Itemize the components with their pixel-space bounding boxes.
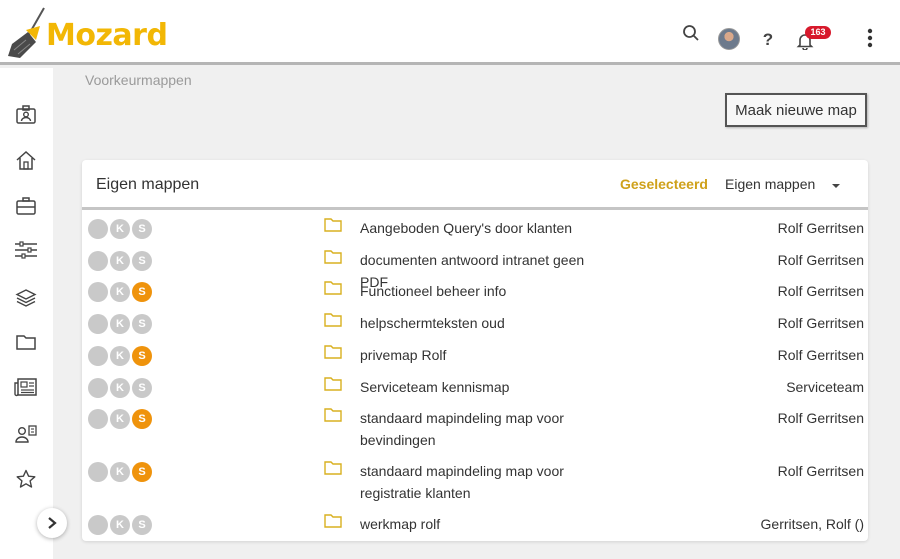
k-toggle[interactable]: K xyxy=(110,314,130,334)
folder-filter-select[interactable]: Eigen mappen xyxy=(725,176,815,192)
folder-owner: Rolf Gerritsen xyxy=(777,410,864,426)
folder-owner: Rolf Gerritsen xyxy=(777,252,864,268)
panel-header: Eigen mappen Geselecteerd Eigen mappen xyxy=(82,160,868,210)
selected-label: Geselecteerd xyxy=(620,176,708,192)
folder-icon xyxy=(324,281,342,295)
briefcase-icon[interactable] xyxy=(13,193,39,219)
folder-icon xyxy=(324,408,342,422)
folder-name[interactable]: standaard mapindeling map voor registrat… xyxy=(360,460,600,504)
status-circle[interactable] xyxy=(88,346,108,366)
folder-icon xyxy=(324,377,342,391)
k-toggle[interactable]: K xyxy=(110,462,130,482)
newspaper-icon[interactable] xyxy=(13,374,39,400)
k-toggle[interactable]: K xyxy=(110,282,130,302)
logo-text: Mozard xyxy=(46,18,168,53)
folder-owner: Rolf Gerritsen xyxy=(777,283,864,299)
sidebar xyxy=(0,68,53,559)
sliders-icon[interactable] xyxy=(13,237,39,263)
k-toggle[interactable]: K xyxy=(110,346,130,366)
top-bar: Mozard ? 163 xyxy=(0,0,900,65)
status-circle[interactable] xyxy=(88,515,108,535)
s-toggle[interactable]: S xyxy=(132,251,152,271)
k-toggle[interactable]: K xyxy=(110,378,130,398)
caret-down-icon[interactable] xyxy=(832,184,840,188)
broom-icon xyxy=(8,7,45,58)
panel-title: Eigen mappen xyxy=(96,176,200,193)
status-circle[interactable] xyxy=(88,251,108,271)
user-avatar[interactable] xyxy=(718,28,740,50)
chevron-right-icon xyxy=(48,517,57,529)
folder-owner: Gerritsen, Rolf () xyxy=(760,516,864,532)
layers-icon[interactable] xyxy=(13,284,39,310)
user-assign-icon[interactable] xyxy=(13,421,39,447)
folder-owner: Serviceteam xyxy=(786,379,864,395)
folder-name[interactable]: werkmap rolf xyxy=(360,513,600,535)
folder-icon xyxy=(324,461,342,475)
folder-icon xyxy=(324,514,342,528)
s-toggle[interactable]: S xyxy=(132,314,152,334)
more-vertical-icon[interactable] xyxy=(859,27,881,49)
s-toggle[interactable]: S xyxy=(132,282,152,302)
own-folders-panel: Eigen mappen Geselecteerd Eigen mappen K… xyxy=(82,160,868,541)
k-toggle[interactable]: K xyxy=(110,219,130,239)
status-circle[interactable] xyxy=(88,314,108,334)
star-icon[interactable] xyxy=(13,466,39,492)
k-toggle[interactable]: K xyxy=(110,515,130,535)
folder-owner: Rolf Gerritsen xyxy=(777,220,864,236)
folder-name[interactable]: Aangeboden Query's door klanten xyxy=(360,217,600,239)
s-toggle[interactable]: S xyxy=(132,462,152,482)
status-circle[interactable] xyxy=(88,282,108,302)
folder-name[interactable]: standaard mapindeling map voor bevinding… xyxy=(360,407,600,451)
k-toggle[interactable]: K xyxy=(110,251,130,271)
mozard-logo[interactable]: Mozard xyxy=(6,6,168,62)
k-toggle[interactable]: K xyxy=(110,409,130,429)
breadcrumb[interactable]: Voorkeurmappen xyxy=(85,72,192,88)
folder-icon xyxy=(324,218,342,232)
folder-icon xyxy=(324,313,342,327)
contact-card-icon[interactable] xyxy=(13,102,39,128)
sidebar-expand-button[interactable] xyxy=(37,508,67,538)
folder-owner: Rolf Gerritsen xyxy=(777,315,864,331)
folder-owner: Rolf Gerritsen xyxy=(777,463,864,479)
folder-name[interactable]: Serviceteam kennismap xyxy=(360,376,600,398)
status-circle[interactable] xyxy=(88,378,108,398)
notification-badge: 163 xyxy=(805,26,831,39)
search-icon[interactable] xyxy=(680,22,702,44)
folder-icon[interactable] xyxy=(13,329,39,355)
folder-icon xyxy=(324,345,342,359)
folder-name[interactable]: Functioneel beheer info xyxy=(360,280,600,302)
s-toggle[interactable]: S xyxy=(132,219,152,239)
s-toggle[interactable]: S xyxy=(132,378,152,398)
folder-owner: Rolf Gerritsen xyxy=(777,347,864,363)
status-circle[interactable] xyxy=(88,409,108,429)
status-circle[interactable] xyxy=(88,219,108,239)
s-toggle[interactable]: S xyxy=(132,515,152,535)
folder-icon xyxy=(324,250,342,264)
new-map-button[interactable]: Maak nieuwe map xyxy=(725,93,867,127)
folder-name[interactable]: privemap Rolf xyxy=(360,344,600,366)
status-circle[interactable] xyxy=(88,462,108,482)
home-icon[interactable] xyxy=(13,147,39,173)
s-toggle[interactable]: S xyxy=(132,409,152,429)
s-toggle[interactable]: S xyxy=(132,346,152,366)
folder-name[interactable]: helpschermteksten oud xyxy=(360,312,600,334)
help-icon[interactable]: ? xyxy=(757,29,779,51)
